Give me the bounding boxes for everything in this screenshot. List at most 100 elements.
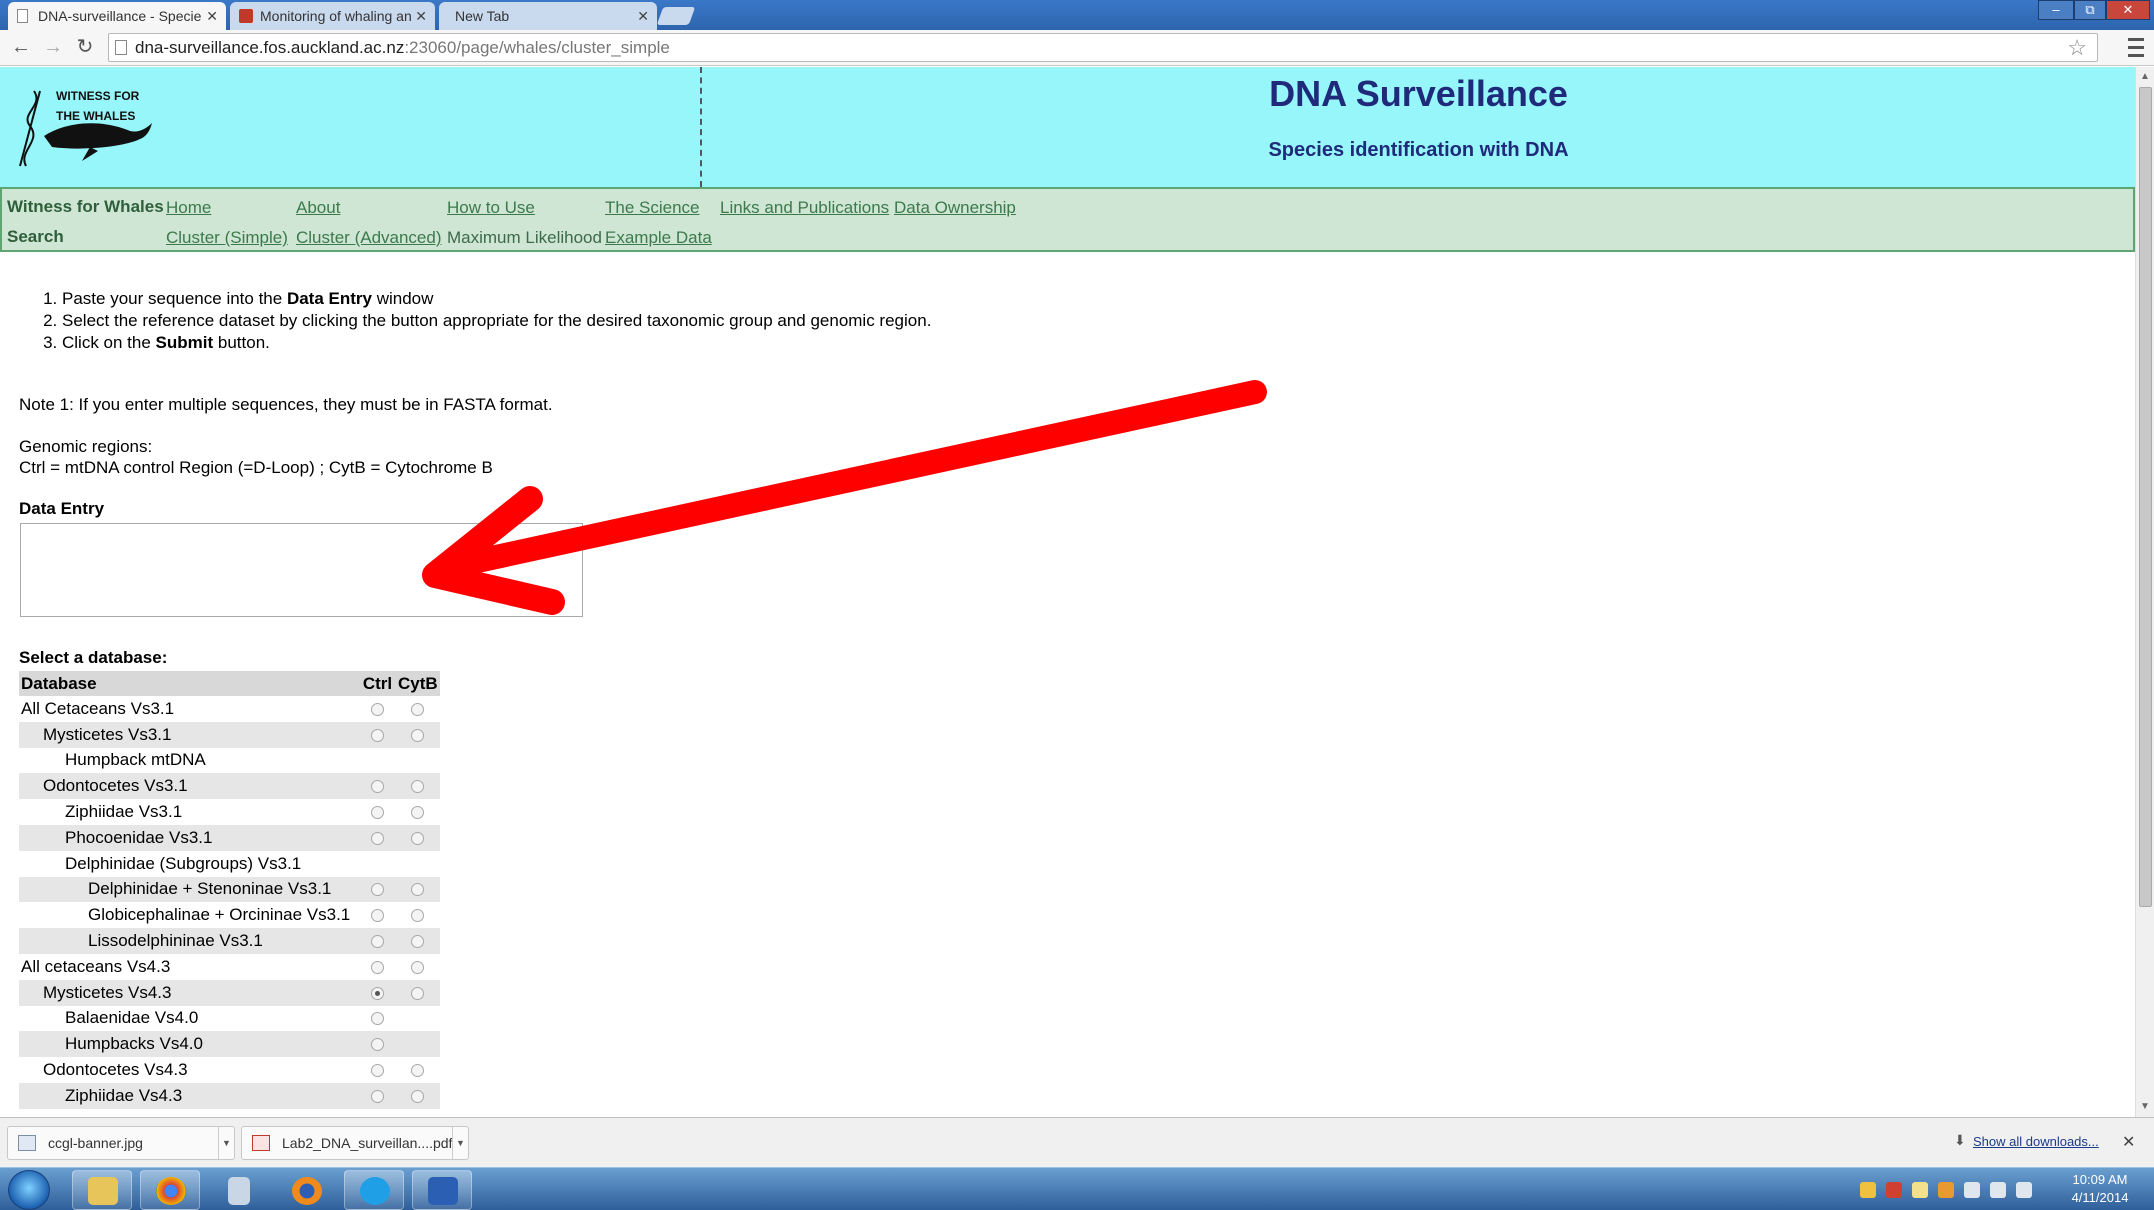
nav-link-how-to-use[interactable]: How to Use (447, 198, 535, 218)
ctrl-radio[interactable] (371, 909, 384, 923)
site-title: DNA Surveillance (1269, 73, 1568, 114)
address-bar[interactable]: dna-surveillance.fos.auckland.ac.nz:2306… (108, 33, 2098, 62)
restore-button[interactable]: ⧉ (2074, 0, 2106, 20)
database-row: Mysticetes Vs4.3 (19, 979, 440, 1006)
cytb-radio[interactable] (411, 1064, 425, 1078)
tab-new-tab[interactable]: New Tab ✕ (439, 2, 657, 30)
database-cytb-cell (396, 954, 440, 980)
browser-toolbar: ← → ↻ dna-surveillance.fos.auckland.ac.n… (0, 30, 2154, 66)
cytb-radio[interactable] (411, 986, 425, 1000)
calculator-taskbar-icon[interactable] (208, 1170, 268, 1210)
new-tab-button[interactable] (656, 7, 696, 25)
cytb-radio[interactable] (411, 883, 425, 897)
database-ctrl-cell (359, 1082, 396, 1109)
download-item-banner[interactable]: ccgl-banner.jpg ▼ (7, 1126, 235, 1160)
chevron-down-icon[interactable]: ▼ (452, 1127, 468, 1159)
nav-link-about[interactable]: About (296, 198, 340, 218)
forward-arrow-icon[interactable]: → (40, 34, 66, 60)
tray-volume-icon[interactable] (1990, 1182, 2006, 1198)
start-button-icon[interactable] (8, 1170, 50, 1210)
page-scrollbar[interactable]: ▲ ▼ (2135, 67, 2154, 1117)
tray-app-icon[interactable] (1886, 1182, 1902, 1198)
cytb-radio[interactable] (411, 831, 425, 845)
scroll-thumb[interactable] (2139, 87, 2152, 907)
nav-link-cluster-simple[interactable]: Cluster (Simple) (166, 228, 288, 248)
cytb-radio[interactable] (411, 780, 425, 794)
tray-update-icon[interactable] (1938, 1182, 1954, 1198)
scroll-down-icon[interactable]: ▼ (2140, 1101, 2150, 1112)
ctrl-radio[interactable] (371, 702, 384, 716)
show-all-downloads-link[interactable]: Show all downloads... (1973, 1134, 2099, 1149)
ctrl-radio[interactable] (371, 831, 384, 845)
chevron-down-icon[interactable]: ▼ (218, 1127, 234, 1159)
database-ctrl-cell (359, 1057, 396, 1083)
skype-taskbar-icon[interactable] (344, 1170, 404, 1210)
minimize-button[interactable]: – (2038, 0, 2074, 20)
nav-link-cluster-advanced[interactable]: Cluster (Advanced) (296, 228, 442, 248)
cytb-radio[interactable] (411, 806, 425, 820)
word-taskbar-icon[interactable] (412, 1170, 472, 1210)
tray-network-icon[interactable] (1964, 1182, 1980, 1198)
clock-date: 4/11/2014 (2071, 1190, 2129, 1205)
scroll-up-icon[interactable]: ▲ (2140, 71, 2150, 82)
ctrl-radio[interactable] (371, 1089, 384, 1103)
step-3: Click on the Submit button. (62, 332, 931, 354)
close-window-button[interactable]: ✕ (2106, 0, 2150, 20)
download-filename: ccgl-banner.jpg (48, 1135, 143, 1151)
ctrl-radio[interactable] (371, 780, 384, 794)
data-entry-label: Data Entry (19, 499, 105, 518)
logo-text-line1: WITNESS FOR (56, 89, 140, 103)
explorer-taskbar-icon[interactable] (72, 1170, 132, 1210)
ctrl-radio[interactable] (371, 1064, 384, 1078)
reload-icon[interactable]: ↻ (72, 34, 98, 60)
tab-dna-surveillance[interactable]: DNA-surveillance - Specie ✕ (8, 2, 226, 30)
download-item-pdf[interactable]: Lab2_DNA_surveillan....pdf ▼ (241, 1126, 469, 1160)
tab-monitoring-whaling[interactable]: Monitoring of whaling an ✕ (230, 2, 435, 30)
data-entry-textarea[interactable] (20, 523, 583, 617)
bookmark-star-icon[interactable]: ☆ (2067, 34, 2087, 61)
windows-taskbar: 10:09 AM 4/11/2014 (0, 1167, 2154, 1210)
tab-close-icon[interactable]: ✕ (637, 2, 649, 30)
cytb-radio[interactable] (411, 935, 425, 949)
nav-link-home[interactable]: Home (166, 198, 211, 218)
instruction-steps: Paste your sequence into the Data Entry … (30, 288, 931, 354)
database-name: Odontocetes Vs4.3 (43, 1060, 188, 1080)
ctrl-radio[interactable] (371, 806, 384, 820)
ctrl-radio[interactable] (371, 883, 384, 897)
database-cytb-cell (396, 1082, 440, 1109)
chrome-taskbar-icon[interactable] (140, 1170, 200, 1210)
nav-link-the-science[interactable]: The Science (605, 198, 700, 218)
cytb-radio[interactable] (411, 728, 425, 742)
close-shelf-icon[interactable]: ✕ (2122, 1132, 2135, 1152)
cytb-radio[interactable] (411, 1089, 425, 1103)
tray-flag-icon[interactable] (2016, 1182, 2032, 1198)
back-arrow-icon[interactable]: ← (8, 34, 34, 60)
database-ctrl-cell (359, 1031, 396, 1058)
database-row: Globicephalinae + Orcininae Vs3.1 (19, 902, 440, 928)
cytb-radio[interactable] (411, 702, 425, 716)
database-row: Balaenidae Vs4.0 (19, 1006, 440, 1032)
ctrl-radio[interactable] (371, 935, 384, 949)
nav-link-data-ownership[interactable]: Data Ownership (894, 198, 1016, 218)
tab-close-icon[interactable]: ✕ (415, 2, 427, 30)
cytb-radio[interactable] (411, 960, 425, 974)
ctrl-radio[interactable] (371, 960, 384, 974)
database-cytb-cell (396, 748, 440, 774)
ctrl-radio[interactable] (371, 1038, 384, 1052)
firefox-taskbar-icon[interactable] (276, 1170, 336, 1210)
tab-close-icon[interactable]: ✕ (206, 2, 218, 30)
ctrl-radio[interactable] (371, 728, 384, 742)
ctrl-radio[interactable] (371, 1012, 384, 1026)
ctrl-radio[interactable] (371, 986, 384, 1000)
browser-menu-icon[interactable] (2124, 33, 2148, 61)
nav-link-links-publications[interactable]: Links and Publications (720, 198, 889, 218)
nav-link-example-data[interactable]: Example Data (605, 228, 712, 248)
taskbar-clock[interactable]: 10:09 AM 4/11/2014 (2060, 1171, 2140, 1207)
tray-folder-icon[interactable] (1860, 1182, 1876, 1198)
tray-note-icon[interactable] (1912, 1182, 1928, 1198)
database-row: Odontocetes Vs3.1 (19, 773, 440, 800)
database-cytb-cell (396, 721, 440, 748)
step-2: Select the reference dataset by clicking… (62, 310, 931, 332)
logo-text-line2: THE WHALES (56, 109, 136, 123)
cytb-radio[interactable] (411, 909, 425, 923)
